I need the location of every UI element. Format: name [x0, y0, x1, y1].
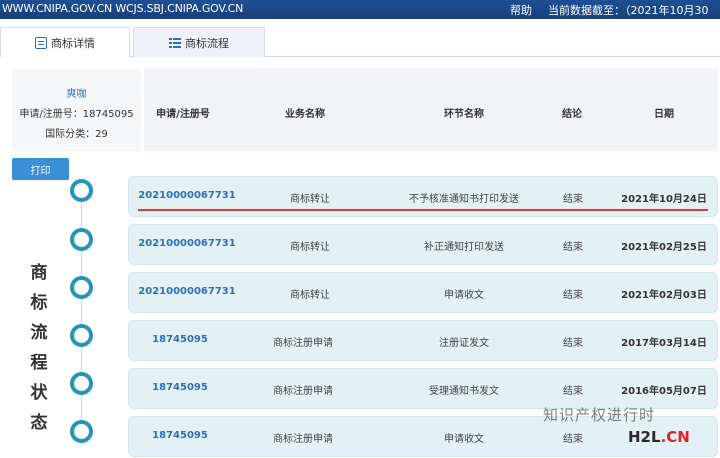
row-regno[interactable]: 20210000067731 — [138, 286, 235, 297]
site-logo: H2L.CN — [628, 428, 690, 446]
timeline-node — [70, 324, 93, 347]
table-header: 爽咖 申请/注册号：18745095 国际分类：29 申请/注册号 业务名称 环… — [12, 69, 718, 151]
list-icon — [169, 37, 181, 49]
tab-label: 商标流程 — [185, 36, 229, 50]
row-regno[interactable]: 18745095 — [152, 334, 208, 345]
highlight-underline — [138, 209, 708, 211]
title-char: 流 — [30, 323, 48, 343]
timeline-node — [70, 228, 93, 251]
reg-number: 申请/注册号：18745095 — [19, 109, 134, 120]
row-result: 结束 — [563, 242, 583, 253]
watermark-text: 知识产权进行时 — [543, 406, 656, 424]
timeline-node — [70, 276, 93, 299]
row-regno[interactable]: 18745095 — [152, 382, 208, 393]
column-header-step: 环节名称 — [444, 109, 484, 120]
column-header-regno: 申请/注册号 — [156, 109, 210, 120]
trademark-info: 爽咖 申请/注册号：18745095 国际分类：29 — [12, 69, 144, 151]
top-bar: WWW.CNIPA.GOV.CN WCJS.SBJ.CNIPA.GOV.CN 帮… — [0, 0, 720, 33]
row-step: 受理通知书发文 — [429, 386, 499, 397]
row-step: 注册证发文 — [439, 338, 489, 349]
row-date: 2021年02月03日 — [621, 290, 707, 301]
process-row[interactable]: 18745095 商标注册申请 注册证发文 结束 2017年03月14日 — [128, 320, 718, 361]
row-date: 2021年10月24日 — [621, 194, 707, 205]
site-logo-prefix: H2L — [628, 428, 661, 446]
process-status-title: 商 标 流 程 状 态 — [28, 258, 50, 438]
row-business: 商标转让 — [290, 290, 330, 301]
row-date: 2016年05月07日 — [621, 386, 707, 397]
column-header-date: 日期 — [654, 109, 674, 120]
row-business: 商标注册申请 — [273, 434, 333, 445]
document-icon — [35, 36, 47, 49]
process-row[interactable]: 20210000067731 商标转让 不予核准通知书打印发送 结束 2021年… — [128, 176, 718, 217]
timeline-node — [70, 420, 93, 443]
row-business: 商标转让 — [290, 194, 330, 205]
trademark-name[interactable]: 爽咖 — [12, 85, 141, 100]
process-row[interactable]: 18745095 商标注册申请 受理通知书发文 结束 2016年05月07日 — [128, 368, 718, 409]
title-char: 标 — [30, 293, 48, 313]
row-business: 商标注册申请 — [273, 338, 333, 349]
site-logo-suffix: .CN — [660, 428, 690, 446]
wechat-watermark: 知识产权进行时 — [543, 404, 655, 425]
row-regno[interactable]: 20210000067731 — [138, 238, 235, 249]
row-step: 申请收文 — [444, 434, 484, 445]
intl-class: 国际分类：29 — [45, 129, 108, 140]
row-regno[interactable]: 18745095 — [152, 430, 208, 441]
title-char: 状 — [30, 383, 48, 403]
row-business: 商标转让 — [290, 242, 330, 253]
row-result: 结束 — [563, 338, 583, 349]
print-button[interactable]: 打印 — [12, 158, 69, 180]
tab-trademark-process[interactable]: 商标流程 — [133, 27, 265, 57]
row-result: 结束 — [563, 434, 583, 445]
row-result: 结束 — [563, 290, 583, 301]
title-char: 程 — [30, 353, 48, 373]
row-result: 结束 — [563, 194, 583, 205]
row-step: 申请收文 — [444, 290, 484, 301]
process-row[interactable]: 20210000067731 商标转让 补正通知打印发送 结束 2021年02月… — [128, 224, 718, 265]
process-row[interactable]: 20210000067731 商标转让 申请收文 结束 2021年02月03日 — [128, 272, 718, 313]
row-business: 商标注册申请 — [273, 386, 333, 397]
timeline-node — [70, 372, 93, 395]
row-date: 2017年03月14日 — [621, 338, 707, 349]
row-date: 2021年02月25日 — [621, 242, 707, 253]
site-domains: WWW.CNIPA.GOV.CN WCJS.SBJ.CNIPA.GOV.CN — [2, 2, 244, 15]
row-step: 不予核准通知书打印发送 — [409, 194, 519, 205]
tab-label: 商标详情 — [51, 36, 95, 50]
row-step: 补正通知打印发送 — [424, 242, 504, 253]
tab-bar: 商标详情 商标流程 — [0, 25, 720, 57]
row-result: 结束 — [563, 386, 583, 397]
title-char: 态 — [30, 413, 48, 433]
tab-trademark-details[interactable]: 商标详情 — [0, 27, 130, 57]
row-regno[interactable]: 20210000067731 — [138, 190, 235, 201]
column-header-result: 结论 — [562, 109, 582, 120]
timeline-node — [70, 179, 93, 202]
column-header-business: 业务名称 — [285, 109, 325, 120]
help-link[interactable]: 帮助 — [510, 2, 532, 18]
title-char: 商 — [30, 263, 48, 283]
